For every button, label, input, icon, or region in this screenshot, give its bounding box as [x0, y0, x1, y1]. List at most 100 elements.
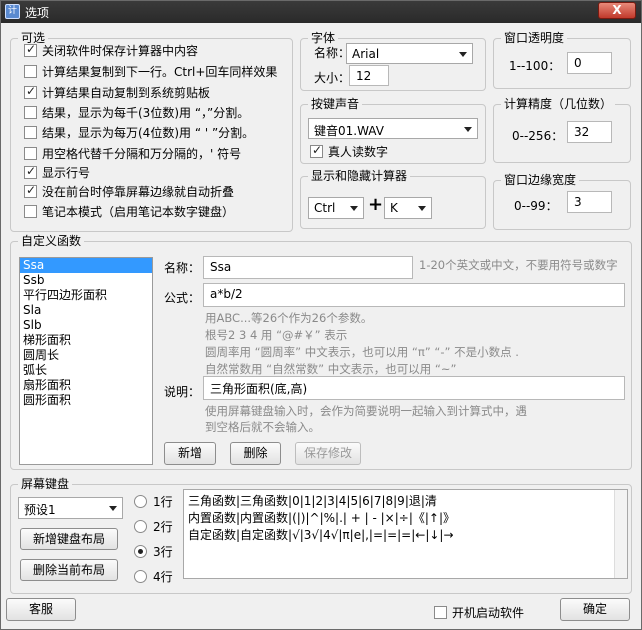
layout-line: 三角函数|三角函数|0|1|2|3|4|5|6|7|8|9|退|清: [188, 494, 437, 508]
option-checkbox[interactable]: 计算结果自动复制到系统剪贴板: [24, 84, 210, 100]
hotkey-key-value: K: [390, 201, 398, 215]
function-list-item[interactable]: Sla: [20, 303, 152, 318]
radio-dot[interactable]: [134, 570, 147, 583]
option-checkbox-label: 用空格代替千分隔和万分隔的，' 符号: [42, 146, 242, 161]
keyboard-layout-editor[interactable]: 三角函数|三角函数|0|1|2|3|4|5|6|7|8|9|退|清 内置函数|内…: [183, 489, 628, 579]
custom-function-group-title: 自定义函数: [18, 234, 85, 248]
option-checkbox[interactable]: 显示行号: [24, 164, 90, 180]
keyboard-preset-value: 预设1: [24, 503, 56, 517]
scrollbar[interactable]: [614, 490, 627, 578]
layout-line: 自定函数|自定函数|√|3√|4√|π|e|,|=|=|=|←|↓|→: [188, 528, 454, 542]
option-checkbox-label: 关闭软件时保存计算器中内容: [42, 43, 199, 58]
formula-help-3: 圆周率用 “圆周率” 中文表示，也可以用 “π” “-” 不是小数点 .: [205, 345, 519, 359]
option-checkbox-box[interactable]: [24, 183, 37, 198]
font-name-select[interactable]: Arial: [346, 43, 473, 64]
option-checkbox[interactable]: 计算结果复制到下一行。Ctrl+回车同样效果: [24, 63, 277, 79]
border-input[interactable]: 3: [567, 191, 612, 213]
font-name-label: 名称：: [314, 46, 351, 60]
opacity-group-title: 窗口透明度: [501, 31, 568, 45]
font-name-value: Arial: [352, 47, 380, 61]
rows-radio[interactable]: 1行: [134, 493, 173, 510]
option-checkbox-box[interactable]: [24, 204, 37, 218]
option-checkbox-box[interactable]: [24, 42, 37, 57]
function-list-item[interactable]: Ssb: [20, 273, 152, 288]
option-checkbox-box[interactable]: [24, 84, 37, 99]
rows-radio-label: 3行: [153, 545, 173, 559]
function-name-input[interactable]: Ssa: [203, 256, 413, 279]
description-help-1: 使用屏幕键盘输入时，会作为简要说明一起输入到计算式中，遇: [205, 404, 527, 418]
function-name-hint: 1-20个英文或中文，不要用符号或数字: [419, 258, 618, 272]
function-list-item[interactable]: 圆周长: [20, 348, 152, 363]
option-checkbox[interactable]: 结果，显示为每千(3位数)用 “，”分割。: [24, 104, 249, 120]
customer-service-button[interactable]: 客服: [6, 598, 76, 621]
rows-radio-label: 1行: [153, 495, 173, 509]
option-checkbox-label: 显示行号: [42, 165, 91, 180]
radio-dot[interactable]: [134, 495, 147, 508]
radio-dot[interactable]: [134, 520, 147, 533]
title-bar[interactable]: 计 选项 X: [1, 1, 641, 23]
option-checkbox[interactable]: 结果，显示为每万(4位数)用 “ ' ”分割。: [24, 124, 254, 140]
rows-radio[interactable]: 3行: [134, 543, 173, 560]
autostart-checkbox-label: 开机启动软件: [452, 605, 525, 620]
option-checkbox[interactable]: 没在前台时停靠屏幕边缘就自动折叠: [24, 183, 234, 199]
function-list-item[interactable]: 弧长: [20, 363, 152, 378]
voice-checkbox-box[interactable]: [310, 143, 323, 158]
option-checkbox-box[interactable]: [24, 64, 37, 78]
option-checkbox-box[interactable]: [24, 146, 37, 160]
option-checkbox-label: 结果，显示为每千(3位数)用 “，”分割。: [42, 105, 250, 120]
chevron-down-icon: [464, 127, 472, 132]
description-input[interactable]: 三角形面积(底,高): [203, 376, 625, 400]
function-list-item[interactable]: 圆形面积: [20, 393, 152, 408]
opacity-input[interactable]: 0: [567, 52, 612, 74]
rows-radio[interactable]: 4行: [134, 568, 173, 585]
rows-radio-label: 2行: [153, 520, 173, 534]
voice-checkbox-label: 真人读数字: [328, 144, 389, 159]
delete-function-button[interactable]: 删除: [230, 442, 281, 465]
radio-dot[interactable]: [134, 545, 147, 558]
rows-radio[interactable]: 2行: [134, 518, 173, 535]
ok-button[interactable]: 确定: [560, 598, 630, 621]
autostart-checkbox-box[interactable]: [434, 605, 447, 619]
keysound-select[interactable]: 键音01.WAV: [308, 118, 478, 139]
border-group-title: 窗口边缘宽度: [501, 173, 580, 187]
option-checkbox-label: 计算结果自动复制到系统剪贴板: [42, 85, 211, 100]
font-size-input[interactable]: 12: [349, 65, 389, 86]
formula-help-2: 根号2 3 4 用 “@#￥” 表示: [205, 328, 348, 342]
keyboard-preset-select[interactable]: 预设1: [18, 497, 123, 519]
hotkey-modifier-select[interactable]: Ctrl: [308, 197, 364, 219]
option-checkbox-box[interactable]: [24, 125, 37, 139]
option-checkbox-box[interactable]: [24, 164, 37, 179]
formula-input[interactable]: a*b/2: [203, 283, 625, 307]
option-checkbox-label: 没在前台时停靠屏幕边缘就自动折叠: [42, 184, 235, 199]
autostart-checkbox[interactable]: 开机启动软件: [434, 604, 524, 620]
option-checkbox[interactable]: 关闭软件时保存计算器中内容: [24, 42, 198, 58]
option-checkbox-label: 计算结果复制到下一行。Ctrl+回车同样效果: [42, 64, 278, 79]
option-checkbox-label: 结果，显示为每万(4位数)用 “ ' ”分割。: [42, 125, 255, 140]
function-list-item[interactable]: Ssa: [20, 258, 152, 273]
function-list-item[interactable]: 平行四边形面积: [20, 288, 152, 303]
app-icon: 计: [5, 4, 20, 19]
delete-keyboard-layout-button[interactable]: 删除当前布局: [20, 559, 118, 581]
formula-label: 公式：: [164, 291, 201, 305]
precision-range-label: 0--256：: [512, 129, 564, 143]
function-list[interactable]: Ssa Ssb 平行四边形面积 Sla Slb 梯形面积 圆周长 弧长 扇形面积 圆形面积: [19, 257, 153, 465]
function-list-item[interactable]: 扇形面积: [20, 378, 152, 393]
precision-group-title: 计算精度（几位数）: [501, 97, 616, 111]
precision-input[interactable]: 32: [567, 121, 612, 143]
add-function-button[interactable]: 新增: [164, 442, 216, 465]
keysound-group-title: 按键声音: [308, 97, 363, 111]
option-checkbox[interactable]: 笔记本模式（启用笔记本数字键盘）: [24, 203, 234, 219]
chevron-down-icon: [350, 206, 358, 211]
hotkey-key-select[interactable]: K: [384, 197, 432, 219]
new-keyboard-layout-button[interactable]: 新增键盘布局: [20, 528, 118, 550]
description-label: 说明：: [164, 385, 201, 399]
option-checkbox-box[interactable]: [24, 105, 37, 119]
voice-checkbox[interactable]: 真人读数字: [310, 143, 388, 159]
options-dialog: 计 选项 X 可选 关闭软件时保存计算器中内容计算结果复制到下一行。Ctrl+回…: [0, 0, 642, 630]
function-list-item[interactable]: 梯形面积: [20, 333, 152, 348]
close-button[interactable]: X: [598, 2, 636, 19]
function-list-item[interactable]: Slb: [20, 318, 152, 333]
function-name-label: 名称：: [164, 261, 201, 275]
save-changes-button[interactable]: 保存修改: [295, 442, 361, 465]
option-checkbox[interactable]: 用空格代替千分隔和万分隔的，' 符号: [24, 145, 241, 161]
